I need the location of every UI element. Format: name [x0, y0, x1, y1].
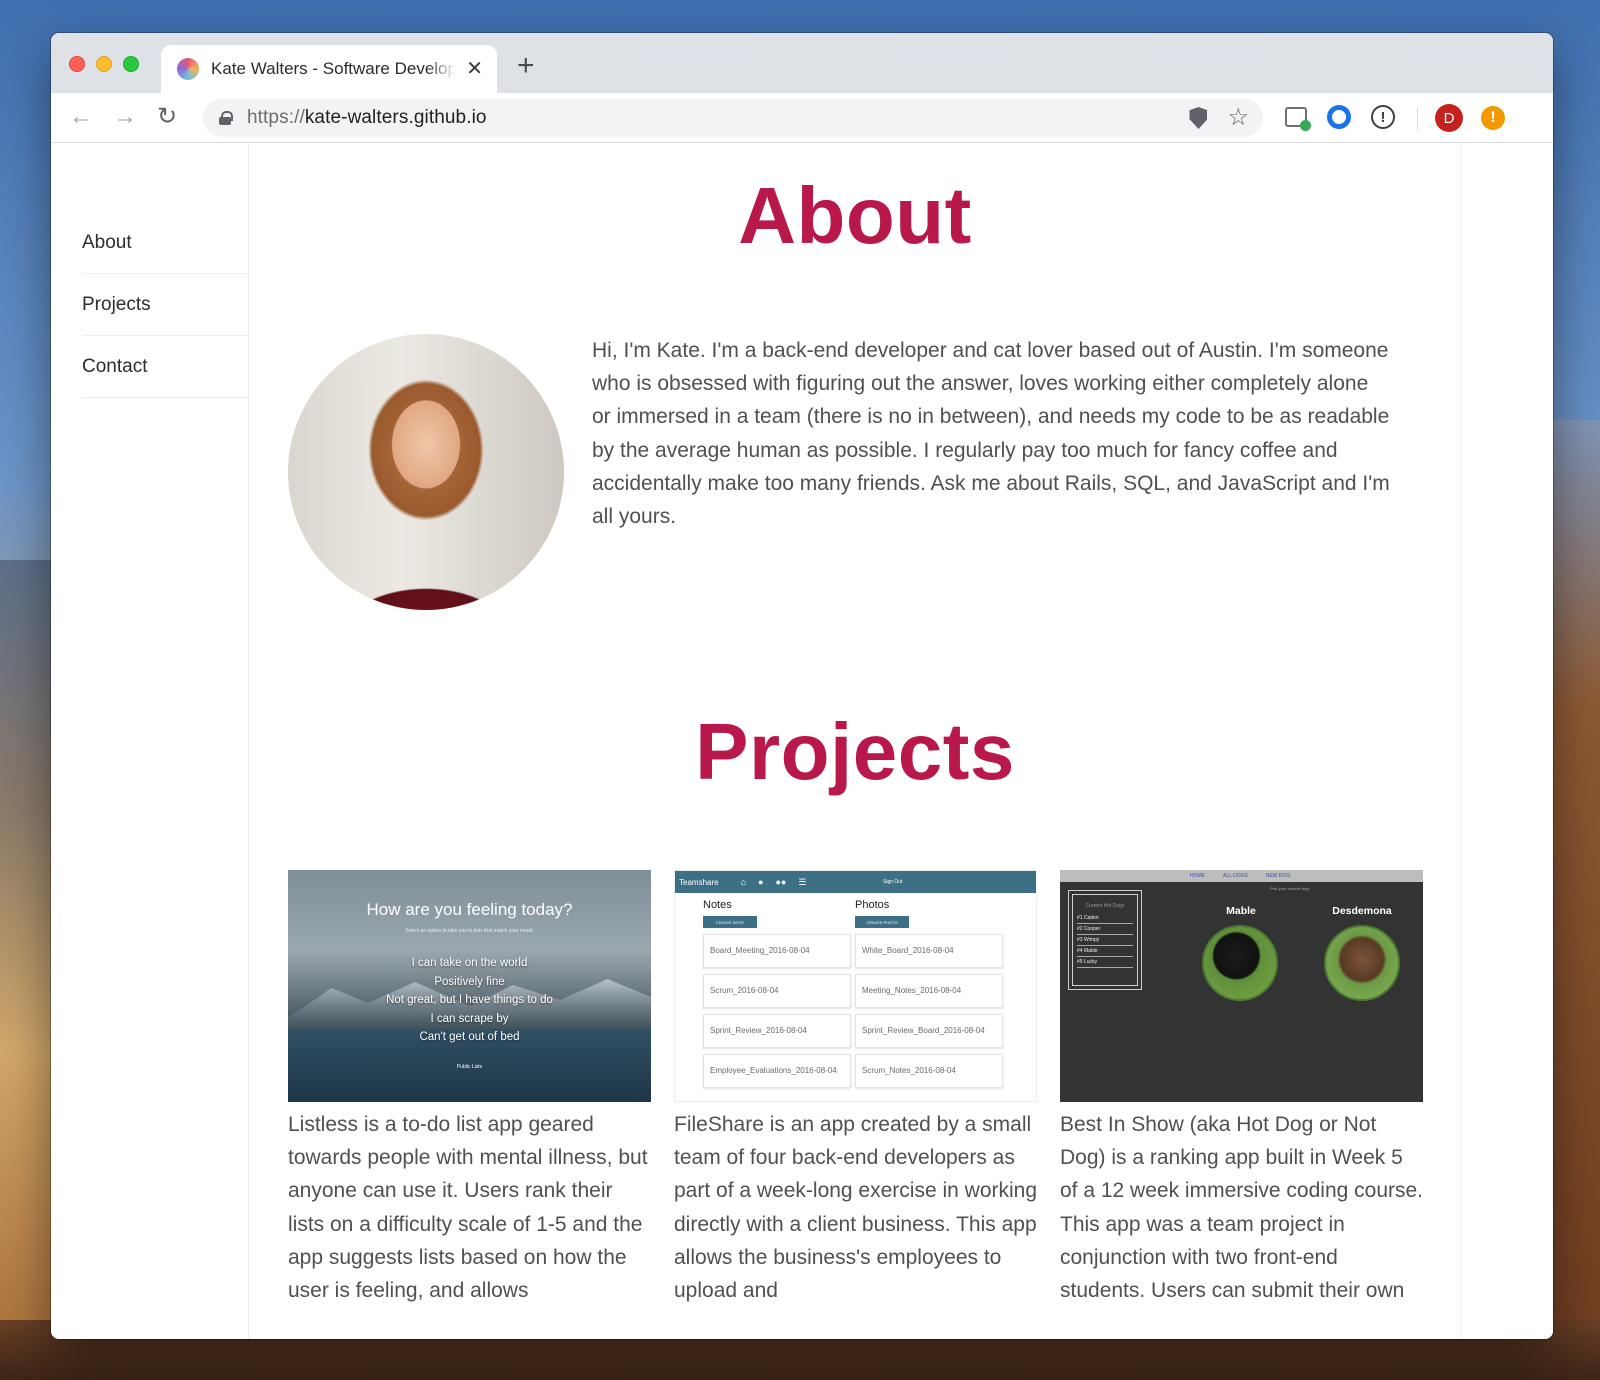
tab-title: Kate Walters - Software Developer	[211, 59, 457, 78]
listless-option: Can't get out of bed	[419, 1031, 520, 1044]
project-screenshot-best-in-show[interactable]: HOME ALL DOGS NEW DOG Pick your favorite…	[1060, 870, 1423, 1102]
note-item: Employee_Evaluations_2016-08-04	[703, 1054, 851, 1088]
notes-heading: Notes	[703, 899, 732, 911]
fileshare-brand: Teamshare	[679, 877, 719, 887]
active-tab[interactable]: Kate Walters - Software Developer ✕	[161, 45, 497, 93]
dog-name-2: Desdemona	[1332, 905, 1392, 917]
users-icon: ●●	[775, 877, 787, 887]
dog-name-1: Mable	[1226, 905, 1256, 917]
page-content: About Projects Contact About Hi, I'm Kat…	[51, 144, 1553, 1339]
browser-toolbar: ← → ↻ https://kate-walters.github.io ☆ !…	[51, 93, 1553, 143]
nav-home: HOME	[1190, 873, 1205, 879]
about-heading: About	[738, 171, 972, 260]
project-screenshot-fileshare[interactable]: Teamshare ⌂ ● ●● ☰ Sign Out Notes CREATE…	[674, 870, 1037, 1102]
listless-option: Positively fine	[434, 975, 505, 988]
back-arrow-icon[interactable]: ←	[69, 105, 93, 129]
project-card-best-in-show: HOME ALL DOGS NEW DOG Pick your favorite…	[1060, 870, 1423, 1307]
note-item: Scrum_2016-08-04	[703, 974, 851, 1008]
create-note-button: CREATE NOTE	[703, 916, 757, 928]
fullscreen-window-button[interactable]	[123, 56, 139, 72]
forward-arrow-icon[interactable]: →	[113, 105, 137, 129]
bookmark-star-icon[interactable]: ☆	[1227, 106, 1249, 130]
update-alert-icon[interactable]: !	[1481, 106, 1505, 130]
url-scheme: https://	[247, 107, 305, 128]
sidebar-nav-list: About Projects Contact	[82, 212, 249, 398]
lock-icon[interactable]	[219, 111, 233, 125]
note-item: Board_Meeting_2016-08-04	[703, 934, 851, 968]
photo-item: White_Board_2016-08-04	[855, 934, 1003, 968]
profile-avatar[interactable]: D	[1435, 104, 1463, 132]
photos-heading: Photos	[855, 899, 890, 911]
listless-option: I can scrape by	[430, 1012, 509, 1025]
listless-option: I can take on the world	[411, 957, 528, 969]
note-item: Sprint_Review_2016-08-04	[703, 1014, 851, 1048]
best-in-show-tagline: Pick your favorite dog!	[1270, 886, 1310, 891]
content-right-border	[1461, 144, 1462, 1339]
list-icon: ☰	[798, 876, 807, 887]
ranking-row: #5 Lucky	[1077, 957, 1133, 968]
address-bar-actions: ☆	[1189, 106, 1249, 130]
hot-dogs-list: Current Hot Dogs #1 Caden #2 Cooper #3 W…	[1068, 890, 1142, 990]
browser-window: Kate Walters - Software Developer ✕ + ← …	[51, 33, 1553, 1339]
photo-item: Sprint_Review_Board_2016-08-04	[855, 1014, 1003, 1048]
nav-all-dogs: ALL DOGS	[1223, 873, 1248, 879]
password-manager-icon[interactable]: !	[1371, 105, 1395, 129]
ranking-row: #4 Mable	[1077, 946, 1133, 957]
project-description: FileShare is an app created by a small t…	[674, 1113, 1038, 1303]
sidebar-item-projects[interactable]: Projects	[82, 274, 249, 336]
minimize-window-button[interactable]	[96, 56, 112, 72]
ring-extension-icon[interactable]	[1327, 105, 1351, 129]
photo-item: Meeting_Notes_2016-08-04	[855, 974, 1003, 1008]
user-icon: ●	[758, 877, 764, 887]
close-window-button[interactable]	[69, 56, 85, 72]
fileshare-signout: Sign Out	[883, 879, 903, 885]
dog-photo-1	[1202, 925, 1278, 1001]
toolbar-divider	[1417, 107, 1418, 131]
project-card-fileshare: Teamshare ⌂ ● ●● ☰ Sign Out Notes CREATE…	[674, 870, 1037, 1307]
listless-options: I can take on the world Positively fine …	[288, 954, 651, 1047]
listless-heading: How are you feeling today?	[366, 900, 573, 919]
nav-new-dog: NEW DOG	[1265, 873, 1291, 879]
sidebar-item-contact[interactable]: Contact	[82, 336, 249, 398]
site-favicon-icon	[177, 58, 199, 80]
dog-photo-2	[1324, 925, 1400, 1001]
create-photo-button: CREATE PHOTO	[855, 916, 909, 928]
about-bio: Hi, I'm Kate. I'm a back-end developer a…	[592, 339, 1390, 529]
fileshare-notes-column: Notes CREATE NOTE Board_Meeting_2016-08-…	[703, 899, 853, 1088]
ranking-row: #2 Cooper	[1077, 924, 1133, 935]
best-in-show-nav: HOME ALL DOGS NEW DOG	[1060, 870, 1423, 882]
fileshare-topbar: Teamshare ⌂ ● ●● ☰ Sign Out	[675, 871, 1036, 893]
home-icon: ⌂	[740, 877, 747, 887]
hot-dogs-title: Current Hot Dogs	[1085, 903, 1125, 909]
url-host: kate-walters.github.io	[304, 107, 487, 128]
sidebar-item-about[interactable]: About	[82, 212, 249, 274]
address-bar[interactable]: https://kate-walters.github.io ☆	[203, 99, 1263, 137]
tab-strip: Kate Walters - Software Developer ✕ +	[51, 33, 1553, 93]
project-description: Best In Show (aka Hot Dog or Not Dog) is…	[1060, 1113, 1423, 1303]
project-description: Listless is a to-do list app geared towa…	[288, 1113, 648, 1303]
fileshare-photos-column: Photos CREATE PHOTO White_Board_2016-08-…	[855, 899, 1005, 1088]
sidebar-nav: About Projects Contact	[51, 144, 249, 1339]
url-text[interactable]: https://kate-walters.github.io	[247, 107, 487, 129]
print-extension-icon[interactable]	[1285, 107, 1311, 131]
listless-option: Not great, but I have things to do	[386, 994, 553, 1007]
hot-dogs-list-inner: Current Hot Dogs #1 Caden #2 Cooper #3 W…	[1072, 894, 1138, 986]
project-card-listless: How are you feeling today? Select an opt…	[288, 870, 651, 1307]
projects-heading: Projects	[695, 707, 1015, 796]
profile-photo	[288, 334, 564, 610]
photo-item: Scrum_Notes_2016-08-04	[855, 1054, 1003, 1088]
reload-icon[interactable]: ↻	[157, 105, 177, 129]
tab-close-icon[interactable]: ✕	[466, 59, 483, 79]
shield-blocked-icon[interactable]	[1189, 107, 1208, 129]
project-screenshot-listless[interactable]: How are you feeling today? Select an opt…	[288, 870, 651, 1102]
listless-footer: Public Lists	[456, 1064, 483, 1070]
listless-subheading: Select an option to take you to lists th…	[405, 928, 534, 934]
ranking-row: #1 Caden	[1077, 913, 1133, 924]
ranking-row: #3 Wimpy	[1077, 935, 1133, 946]
new-tab-button[interactable]: +	[517, 51, 535, 81]
